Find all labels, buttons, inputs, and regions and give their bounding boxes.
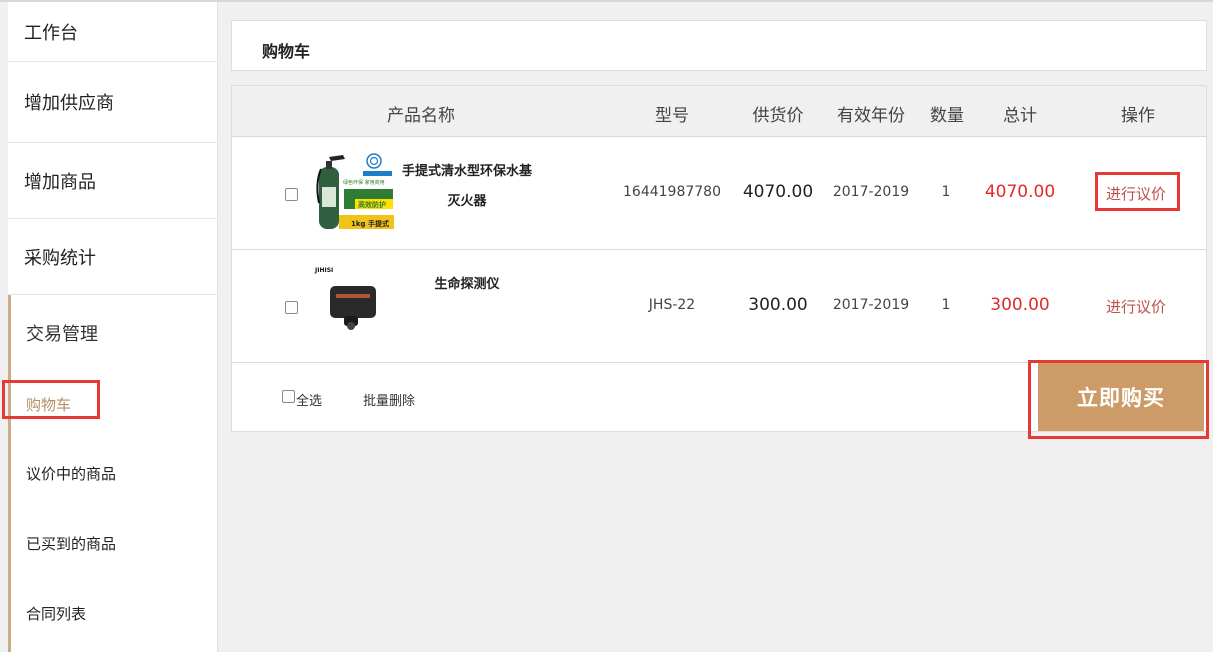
sidebar-group-title[interactable]: 交易管理 <box>26 320 98 346</box>
sidebar-item-workbench[interactable]: 工作台 <box>8 2 218 62</box>
table-header: 产品名称 型号 供货价 有效年份 数量 总计 操作 <box>232 86 1206 137</box>
sidebar-group-marker <box>8 295 11 652</box>
sidebar-item-negotiating[interactable]: 议价中的商品 <box>26 463 116 484</box>
batch-delete-button[interactable]: 批量删除 <box>363 390 415 409</box>
sidebar-item-purchased[interactable]: 已买到的商品 <box>26 533 116 554</box>
column-header-name: 产品名称 <box>387 106 455 126</box>
sidebar-item-add-supplier[interactable]: 增加供应商 <box>8 62 218 143</box>
negotiate-link[interactable]: 进行议价 <box>1096 296 1176 317</box>
extinguisher-image: 绿色环保 家用商用 高效防护 1kg 手提式 <box>313 153 394 233</box>
image-caption: 1kg 手提式 <box>351 219 389 228</box>
column-header-model: 型号 <box>655 106 689 126</box>
highlight-box-buy-now <box>1028 360 1209 439</box>
sidebar-item-add-product[interactable]: 增加商品 <box>8 143 218 219</box>
product-name-line2: 灭火器 <box>447 194 487 209</box>
sidebar-group-trade: 交易管理 购物车 议价中的商品 已买到的商品 合同列表 <box>8 295 218 652</box>
sidebar: 工作台 增加供应商 增加商品 采购统计 交易管理 购物车 议价中的商品 已买到的… <box>8 2 218 652</box>
product-years: 2017-2019 <box>832 184 910 200</box>
product-total: 4070.00 <box>984 182 1056 202</box>
table-row: 绿色环保 家用商用 高效防护 1kg 手提式 手提式清水型环保水基 灭火器 16… <box>232 137 1206 250</box>
sidebar-item-label: 增加商品 <box>24 171 96 193</box>
image-caption: JIHISI <box>314 267 333 274</box>
sidebar-item-label: 采购统计 <box>24 247 96 269</box>
product-name[interactable]: 手提式清水型环保水基 灭火器 <box>392 157 542 217</box>
sidebar-item-contracts[interactable]: 合同列表 <box>26 603 86 624</box>
image-caption: 高效防护 <box>358 200 386 209</box>
column-header-total: 总计 <box>1003 106 1037 126</box>
product-qty: 1 <box>941 297 951 313</box>
column-header-price: 供货价 <box>752 106 804 126</box>
sidebar-item-label: 增加供应商 <box>24 93 114 114</box>
column-header-qty: 数量 <box>930 106 964 126</box>
product-total: 300.00 <box>990 295 1050 315</box>
image-caption: 绿色环保 家用商用 <box>343 179 385 186</box>
table-row: JIHISI 生命探测仪 JHS-22 300.00 2017-2019 1 3… <box>232 250 1206 363</box>
product-years: 2017-2019 <box>832 297 910 313</box>
product-model: 16441987780 <box>623 184 721 200</box>
sidebar-item-purchase-stats[interactable]: 采购统计 <box>8 219 218 295</box>
select-all-label[interactable]: 全选 <box>296 390 322 409</box>
product-name[interactable]: 生命探测仪 <box>412 270 522 300</box>
product-model: JHS-22 <box>648 297 696 313</box>
page-title: 购物车 <box>262 42 311 61</box>
detector-image: JIHISI <box>312 264 394 344</box>
row-checkbox[interactable] <box>285 301 298 314</box>
highlight-box-cart <box>2 380 100 419</box>
sidebar-item-label: 工作台 <box>24 22 78 44</box>
column-header-action: 操作 <box>1121 106 1155 126</box>
select-all-checkbox[interactable] <box>282 390 295 403</box>
product-price: 300.00 <box>748 295 808 315</box>
product-name-line1: 手提式清水型环保水基 <box>401 164 532 179</box>
highlight-box-negotiate <box>1095 172 1180 211</box>
product-price: 4070.00 <box>742 182 814 202</box>
column-header-years: 有效年份 <box>837 106 905 126</box>
product-name-line1: 生命探测仪 <box>434 277 500 292</box>
row-checkbox[interactable] <box>285 188 298 201</box>
product-qty: 1 <box>941 184 951 200</box>
page-title-card: 购物车 <box>231 20 1207 71</box>
